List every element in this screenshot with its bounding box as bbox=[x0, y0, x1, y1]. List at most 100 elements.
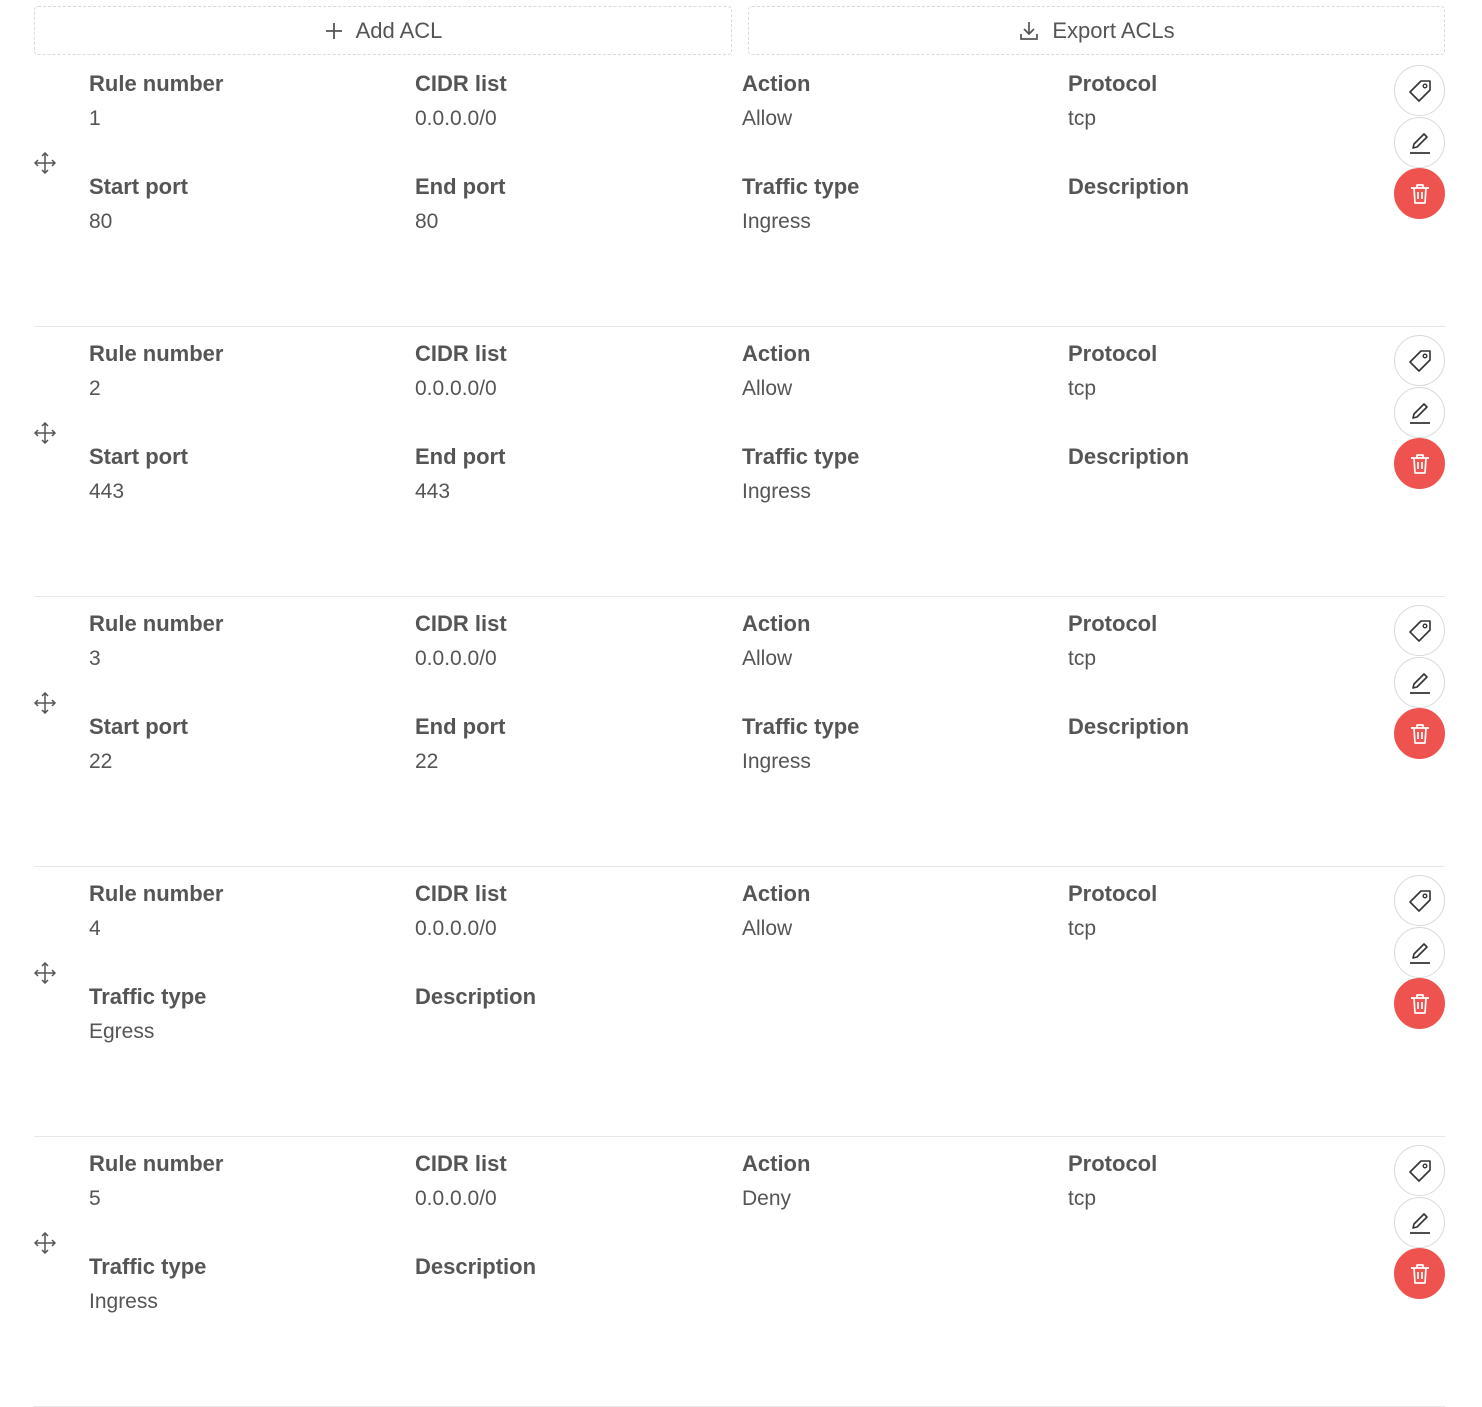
action-value: Allow bbox=[742, 647, 793, 670]
drag-handle-icon[interactable] bbox=[34, 1232, 56, 1254]
protocol-value: tcp bbox=[1068, 107, 1097, 130]
rule-number-value: 1 bbox=[89, 107, 101, 130]
start-port-field: Start port 22 bbox=[89, 714, 389, 774]
start-port-label: Start port bbox=[89, 174, 188, 199]
acl-rule-row: Rule number 1 CIDR list 0.0.0.0/0 Action Al… bbox=[34, 57, 1445, 327]
action-value: Deny bbox=[742, 1187, 792, 1210]
trash-icon bbox=[1410, 723, 1429, 744]
cidr-list-label: CIDR list bbox=[415, 611, 507, 636]
cidr-list-label: CIDR list bbox=[415, 71, 507, 96]
cidr-list-value: 0.0.0.0/0 bbox=[415, 1187, 497, 1210]
drag-handle-icon[interactable] bbox=[34, 422, 56, 444]
action-field: Action Allow bbox=[742, 881, 1042, 941]
trash-icon bbox=[1410, 1263, 1429, 1284]
end-port-value: 80 bbox=[415, 210, 439, 233]
cidr-list-field: CIDR list 0.0.0.0/0 bbox=[415, 881, 715, 941]
edit-icon bbox=[1409, 1212, 1430, 1234]
drag-handle-icon[interactable] bbox=[34, 962, 56, 984]
tag-icon bbox=[1408, 889, 1431, 912]
cidr-list-field: CIDR list 0.0.0.0/0 bbox=[415, 1151, 715, 1211]
edit-icon bbox=[1409, 672, 1430, 694]
cidr-list-value: 0.0.0.0/0 bbox=[415, 107, 497, 130]
tag-button[interactable] bbox=[1394, 65, 1445, 116]
start-port-label: Start port bbox=[89, 714, 188, 739]
action-value: Allow bbox=[742, 917, 793, 940]
traffic-type-value: Ingress bbox=[742, 210, 811, 233]
edit-icon bbox=[1409, 402, 1430, 424]
edit-button[interactable] bbox=[1394, 657, 1445, 708]
description-field: Description bbox=[415, 1254, 715, 1289]
export-acls-button[interactable]: Export ACLs bbox=[748, 6, 1445, 55]
delete-button[interactable] bbox=[1394, 978, 1445, 1029]
protocol-field: Protocol tcp bbox=[1068, 611, 1368, 671]
edit-button[interactable] bbox=[1394, 117, 1445, 168]
start-port-value: 22 bbox=[89, 750, 113, 773]
rule-number-field: Rule number 2 bbox=[89, 341, 389, 401]
rule-number-value: 2 bbox=[89, 377, 101, 400]
tag-icon bbox=[1408, 1159, 1431, 1182]
tag-button[interactable] bbox=[1394, 875, 1445, 926]
traffic-type-value: Ingress bbox=[742, 480, 811, 503]
tag-icon bbox=[1408, 619, 1431, 642]
protocol-field: Protocol tcp bbox=[1068, 881, 1368, 941]
tag-icon bbox=[1408, 79, 1431, 102]
edit-button[interactable] bbox=[1394, 1197, 1445, 1248]
rule-number-field: Rule number 4 bbox=[89, 881, 389, 941]
start-port-value: 80 bbox=[89, 210, 113, 233]
tag-icon bbox=[1408, 349, 1431, 372]
acl-rule-row: Rule number 5 CIDR list 0.0.0.0/0 Action De… bbox=[34, 1137, 1445, 1407]
delete-button[interactable] bbox=[1394, 168, 1445, 219]
rule-number-label: Rule number bbox=[89, 71, 224, 96]
edit-button[interactable] bbox=[1394, 387, 1445, 438]
end-port-field: End port 443 bbox=[415, 444, 715, 504]
edit-icon bbox=[1409, 942, 1430, 964]
edit-button[interactable] bbox=[1394, 927, 1445, 978]
cidr-list-value: 0.0.0.0/0 bbox=[415, 377, 497, 400]
rule-number-field: Rule number 5 bbox=[89, 1151, 389, 1211]
protocol-label: Protocol bbox=[1068, 881, 1158, 906]
traffic-type-field: Traffic type Ingress bbox=[742, 174, 1042, 234]
cidr-list-field: CIDR list 0.0.0.0/0 bbox=[415, 341, 715, 401]
description-label: Description bbox=[1068, 174, 1190, 199]
trash-icon bbox=[1410, 183, 1429, 204]
tag-button[interactable] bbox=[1394, 335, 1445, 386]
protocol-value: tcp bbox=[1068, 377, 1097, 400]
protocol-label: Protocol bbox=[1068, 1151, 1158, 1176]
traffic-type-label: Traffic type bbox=[89, 1254, 207, 1279]
description-field: Description bbox=[1068, 444, 1368, 479]
rule-number-field: Rule number 3 bbox=[89, 611, 389, 671]
cidr-list-field: CIDR list 0.0.0.0/0 bbox=[415, 611, 715, 671]
protocol-label: Protocol bbox=[1068, 341, 1158, 366]
rule-number-label: Rule number bbox=[89, 881, 224, 906]
end-port-field: End port 80 bbox=[415, 174, 715, 234]
plus-icon bbox=[325, 22, 342, 39]
drag-handle-icon[interactable] bbox=[34, 692, 56, 714]
description-field: Description bbox=[1068, 174, 1368, 209]
end-port-label: End port bbox=[415, 714, 506, 739]
tag-button[interactable] bbox=[1394, 1145, 1445, 1196]
protocol-label: Protocol bbox=[1068, 611, 1158, 636]
rule-number-label: Rule number bbox=[89, 341, 224, 366]
rule-number-value: 3 bbox=[89, 647, 101, 670]
action-label: Action bbox=[742, 1151, 811, 1176]
cidr-list-label: CIDR list bbox=[415, 341, 507, 366]
protocol-value: tcp bbox=[1068, 1187, 1097, 1210]
delete-button[interactable] bbox=[1394, 1248, 1445, 1299]
traffic-type-value: Ingress bbox=[89, 1290, 158, 1313]
export-acls-label: Export ACLs bbox=[1052, 17, 1175, 43]
acl-rule-row: Rule number 4 CIDR list 0.0.0.0/0 Action Al… bbox=[34, 867, 1445, 1137]
delete-button[interactable] bbox=[1394, 438, 1445, 489]
add-acl-label: Add ACL bbox=[355, 17, 443, 43]
action-field: Action Allow bbox=[742, 611, 1042, 671]
traffic-type-value: Ingress bbox=[742, 750, 811, 773]
rule-number-field: Rule number 1 bbox=[89, 71, 389, 131]
add-acl-button[interactable]: Add ACL bbox=[34, 6, 732, 55]
trash-icon bbox=[1410, 993, 1429, 1014]
traffic-type-label: Traffic type bbox=[89, 984, 207, 1009]
delete-button[interactable] bbox=[1394, 708, 1445, 759]
protocol-value: tcp bbox=[1068, 647, 1097, 670]
rule-number-label: Rule number bbox=[89, 1151, 224, 1176]
tag-button[interactable] bbox=[1394, 605, 1445, 656]
drag-handle-icon[interactable] bbox=[34, 152, 56, 174]
action-value: Allow bbox=[742, 377, 793, 400]
